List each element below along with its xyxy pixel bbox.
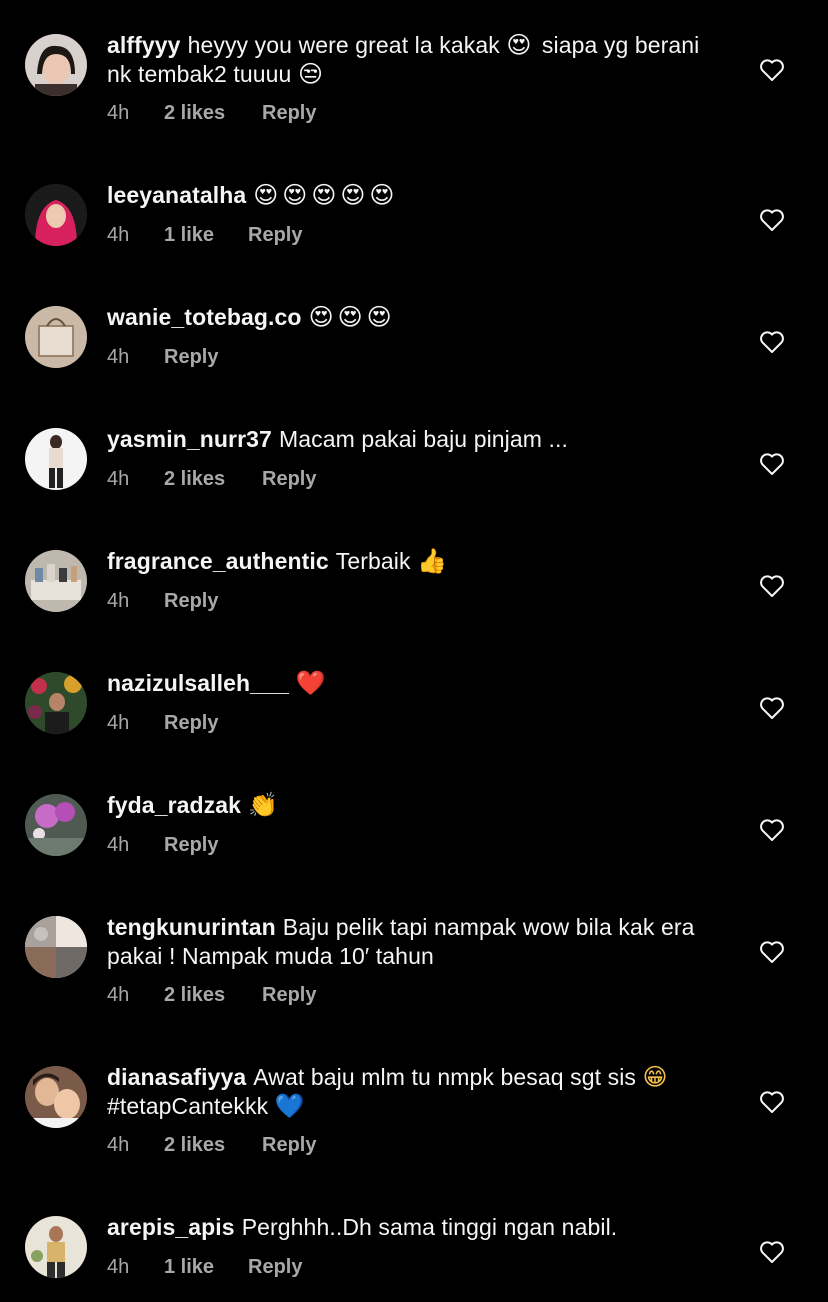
avatar[interactable] <box>25 916 87 978</box>
comment-username[interactable]: dianasafiyya <box>107 1064 246 1090</box>
reply-button[interactable]: Reply <box>164 712 218 735</box>
emoji-heart-eyes-icon: 😍 <box>506 31 536 59</box>
comment-likes[interactable]: 2 likes <box>164 984 262 1007</box>
like-heart-icon[interactable] <box>759 940 785 964</box>
comment-username[interactable]: wanie_totebag.co <box>107 304 302 330</box>
comment-time: 4h <box>107 834 130 856</box>
comment-username[interactable]: leeyanatalha <box>107 182 246 208</box>
comment-body: Terbaik <box>335 548 411 574</box>
reply-button[interactable]: Reply <box>164 346 218 369</box>
comment-username[interactable]: tengkunurintan <box>107 914 276 940</box>
avatar[interactable] <box>25 184 87 246</box>
reply-button[interactable]: Reply <box>262 468 316 491</box>
comment-text: leeyanatalha 😍😍😍😍😍 <box>107 181 727 210</box>
comment-likes[interactable]: 1 like <box>164 224 248 247</box>
avatar[interactable] <box>25 550 87 612</box>
comment-text: fyda_radzak 👏 <box>107 791 727 820</box>
comment-likes[interactable]: 2 likes <box>164 102 262 125</box>
comment-body: Macam pakai baju pinjam ... <box>278 426 569 452</box>
comment-time: 4h <box>107 984 130 1006</box>
comment-text: wanie_totebag.co 😍😍😍 <box>107 303 727 332</box>
comment-time: 4h <box>107 224 130 246</box>
reply-button[interactable]: Reply <box>262 1134 316 1157</box>
comment-meta: 4h 2 likes Reply <box>107 984 316 1007</box>
reply-button[interactable]: Reply <box>248 224 302 247</box>
comment-body: Perghhh..Dh sama tinggi ngan nabil. <box>241 1214 618 1240</box>
avatar[interactable] <box>25 672 87 734</box>
comment-username[interactable]: arepis_apis <box>107 1214 235 1240</box>
comment-text: arepis_apis Perghhh..Dh sama tinggi ngan … <box>107 1213 727 1242</box>
reply-button[interactable]: Reply <box>164 834 218 857</box>
comment-time: 4h <box>107 102 130 124</box>
emoji-blue-heart-icon: 💙 <box>274 1092 309 1120</box>
comment-meta: 4h 2 likes Reply <box>107 102 316 125</box>
emoji-grinning-icon: 😁 <box>642 1063 672 1091</box>
comment-time: 4h <box>107 468 130 490</box>
comment-text: alffyyy heyyy you were great la kakak 😍 s… <box>107 31 727 89</box>
like-heart-icon[interactable] <box>759 818 785 842</box>
comment-meta: 4h 1 like Reply <box>107 1256 302 1279</box>
avatar[interactable] <box>25 1066 87 1128</box>
reply-button[interactable]: Reply <box>262 984 316 1007</box>
like-heart-icon[interactable] <box>759 696 785 720</box>
like-heart-icon[interactable] <box>759 330 785 354</box>
avatar[interactable] <box>25 306 87 368</box>
like-heart-icon[interactable] <box>759 452 785 476</box>
comment-meta: 4h Reply <box>107 346 218 369</box>
like-heart-icon[interactable] <box>759 1090 785 1114</box>
comment-username[interactable]: nazizulsalleh___ <box>107 670 289 696</box>
comment-time: 4h <box>107 590 130 612</box>
avatar[interactable] <box>25 428 87 490</box>
comment-text: fragrance_authentic Terbaik 👍 <box>107 547 727 576</box>
comment-time: 4h <box>107 1256 130 1278</box>
comment-time: 4h <box>107 1134 130 1156</box>
comment-meta: 4h Reply <box>107 834 218 857</box>
emoji-red-heart-icon: ❤️ <box>295 669 330 697</box>
avatar[interactable] <box>25 34 87 96</box>
comment-meta: 4h 2 likes Reply <box>107 468 316 491</box>
reply-button[interactable]: Reply <box>164 590 218 613</box>
emoji-heart-eyes-icon: 😍😍😍 <box>308 303 396 331</box>
avatar[interactable] <box>25 794 87 856</box>
comment-time: 4h <box>107 346 130 368</box>
like-heart-icon[interactable] <box>759 208 785 232</box>
comment-text: dianasafiyya Awat baju mlm tu nmpk besaq … <box>107 1063 727 1121</box>
like-heart-icon[interactable] <box>759 574 785 598</box>
emoji-unamused-icon: 😒 <box>297 60 327 88</box>
comment-username[interactable]: alffyyy <box>107 32 181 58</box>
comment-likes[interactable]: 2 likes <box>164 1134 262 1157</box>
comment-text: yasmin_nurr37 Macam pakai baju pinjam ... <box>107 425 727 454</box>
reply-button[interactable]: Reply <box>248 1256 302 1279</box>
comment-meta: 4h 1 like Reply <box>107 224 302 247</box>
like-heart-icon[interactable] <box>759 58 785 82</box>
comment-meta: 4h Reply <box>107 712 218 735</box>
comment-hashtag[interactable]: #tetapCantekkk <box>107 1093 268 1119</box>
emoji-heart-eyes-icon: 😍😍😍😍😍 <box>253 181 399 209</box>
comment-username[interactable]: fyda_radzak <box>107 792 241 818</box>
comment-body: Awat baju mlm tu nmpk besaq sgt sis <box>253 1064 637 1090</box>
comment-username[interactable]: yasmin_nurr37 <box>107 426 272 452</box>
comment-text: nazizulsalleh___ ❤️ <box>107 669 727 698</box>
comment-text: tengkunurintan Baju pelik tapi nampak wow… <box>107 913 727 971</box>
like-heart-icon[interactable] <box>759 1240 785 1264</box>
avatar[interactable] <box>25 1216 87 1278</box>
comment-meta: 4h Reply <box>107 590 218 613</box>
comment-meta: 4h 2 likes Reply <box>107 1134 316 1157</box>
comment-username[interactable]: fragrance_authentic <box>107 548 329 574</box>
emoji-thumbs-up-icon: 👍 <box>417 547 451 575</box>
emoji-clapping-hands-icon: 👏 <box>248 791 282 819</box>
comment-body: heyyy you were great la kakak <box>187 32 500 58</box>
reply-button[interactable]: Reply <box>262 102 316 125</box>
comment-time: 4h <box>107 712 130 734</box>
comment-likes[interactable]: 2 likes <box>164 468 262 491</box>
comment-likes[interactable]: 1 like <box>164 1256 248 1279</box>
